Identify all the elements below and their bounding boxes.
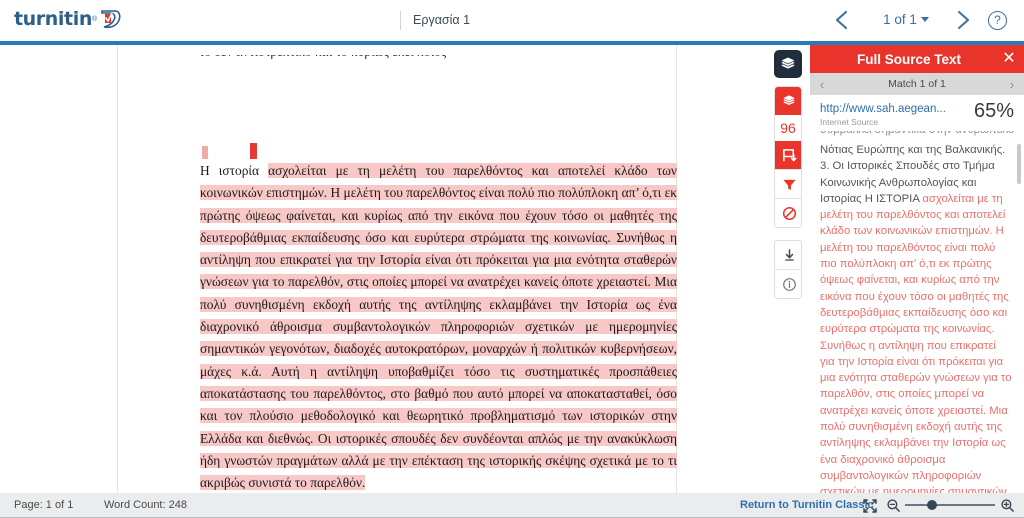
source-text-match: ασχολείται με τη μελέτη του παρελθόντος … xyxy=(820,192,1012,493)
download-icon xyxy=(784,248,794,261)
turnitin-check-mark-icon xyxy=(98,8,122,30)
layers-icon xyxy=(781,57,795,69)
utility-tools-group xyxy=(774,240,802,299)
highlighted-paragraph[interactable]: Η ιστορία ασχολείται με τη μελέτη του πα… xyxy=(200,160,677,493)
source-clipped-line: συμβάλλει σημαντικά στην ανθρωπολογία τη… xyxy=(820,131,1014,141)
app-footer: Page: 1 of 1 Word Count: 248 Return to T… xyxy=(0,493,1024,518)
logo-registered-mark: ® xyxy=(91,15,98,23)
full-source-text-panel: Full Source Text ✕ ‹ Match 1 of 1 › http… xyxy=(810,45,1024,493)
zoom-slider[interactable] xyxy=(905,500,995,510)
all-sources-button[interactable] xyxy=(775,141,801,169)
next-match-button[interactable]: › xyxy=(1000,77,1024,92)
download-button[interactable] xyxy=(775,241,801,269)
header-divider xyxy=(400,11,401,30)
expand-arrows-icon[interactable] xyxy=(862,498,878,514)
exclude-icon xyxy=(782,206,796,220)
similarity-score-button[interactable]: 96 xyxy=(775,115,801,141)
flag-download-icon xyxy=(782,148,797,162)
match-marker-active[interactable] xyxy=(250,143,257,159)
tool-rail: 96 xyxy=(774,50,802,299)
help-icon[interactable]: ? xyxy=(988,11,1007,30)
match-marker-light[interactable] xyxy=(202,146,208,159)
previous-match-button[interactable]: ‹ xyxy=(810,77,834,92)
filter-icon xyxy=(782,179,796,190)
match-overview-button[interactable] xyxy=(775,87,801,115)
document-title: Εργασία 1 xyxy=(413,13,471,27)
info-button[interactable] xyxy=(775,270,801,298)
match-navigation-bar: ‹ Match 1 of 1 › xyxy=(810,73,1024,95)
filters-and-settings-button[interactable] xyxy=(775,170,801,198)
source-panel-header: Full Source Text ✕ xyxy=(810,45,1024,73)
match-counter-label: Match 1 of 1 xyxy=(888,78,946,90)
layers-icon xyxy=(783,95,795,106)
similarity-score-value: 96 xyxy=(780,120,796,136)
return-to-classic-link[interactable]: Return to Turnitin Classic xyxy=(740,499,874,511)
paper-page-label: 1 of 1 xyxy=(883,12,917,27)
previous-paper-button[interactable] xyxy=(829,7,855,33)
zoom-slider-thumb[interactable] xyxy=(927,500,937,510)
paragraph-lead-text: Η ιστορία xyxy=(200,163,269,178)
close-icon[interactable]: ✕ xyxy=(994,51,1024,67)
layers-icon-button[interactable] xyxy=(774,50,802,78)
app-header: turnitin ® Εργασία 1 1 of 1 ? xyxy=(0,0,1024,41)
zoom-out-icon[interactable] xyxy=(886,498,901,513)
info-icon xyxy=(782,277,796,291)
turnitin-logo[interactable]: turnitin ® xyxy=(14,8,122,30)
paper-page-selector[interactable]: 1 of 1 xyxy=(867,12,945,27)
similarity-highlight[interactable]: ασχολείται με τη μελέτη του παρελθόντος … xyxy=(200,163,677,491)
source-panel-title: Full Source Text xyxy=(856,51,962,67)
clipped-top-line: το δεν αντιστρεπτικό και το κυρίως εκεί … xyxy=(199,55,479,65)
logo-wordmark: turnitin xyxy=(14,8,92,30)
chevron-down-icon xyxy=(920,17,929,22)
page-status-label: Page: 1 of 1 xyxy=(14,499,74,511)
document-viewer[interactable]: το δεν αντιστρεπτικό και το κυρίως εκεί … xyxy=(0,45,770,493)
turnitin-feedback-studio: turnitin ® Εργασία 1 1 of 1 ? Η ιστορία … xyxy=(0,0,1024,518)
next-paper-button[interactable] xyxy=(950,7,976,33)
source-match-percent: 65% xyxy=(973,100,1014,122)
excluded-sources-button[interactable] xyxy=(775,199,801,227)
similarity-tools-group: 96 xyxy=(774,86,802,228)
source-meta: http://www.sah.aegean... Internet Source… xyxy=(810,95,1024,129)
word-count-label: Word Count: 248 xyxy=(104,499,187,511)
source-panel-scrollbar[interactable] xyxy=(1017,144,1021,184)
source-text-body[interactable]: Νότιας Ευρώπης και της Βαλκανικής. 3. Οι… xyxy=(810,142,1024,493)
zoom-in-icon[interactable] xyxy=(1000,498,1015,513)
